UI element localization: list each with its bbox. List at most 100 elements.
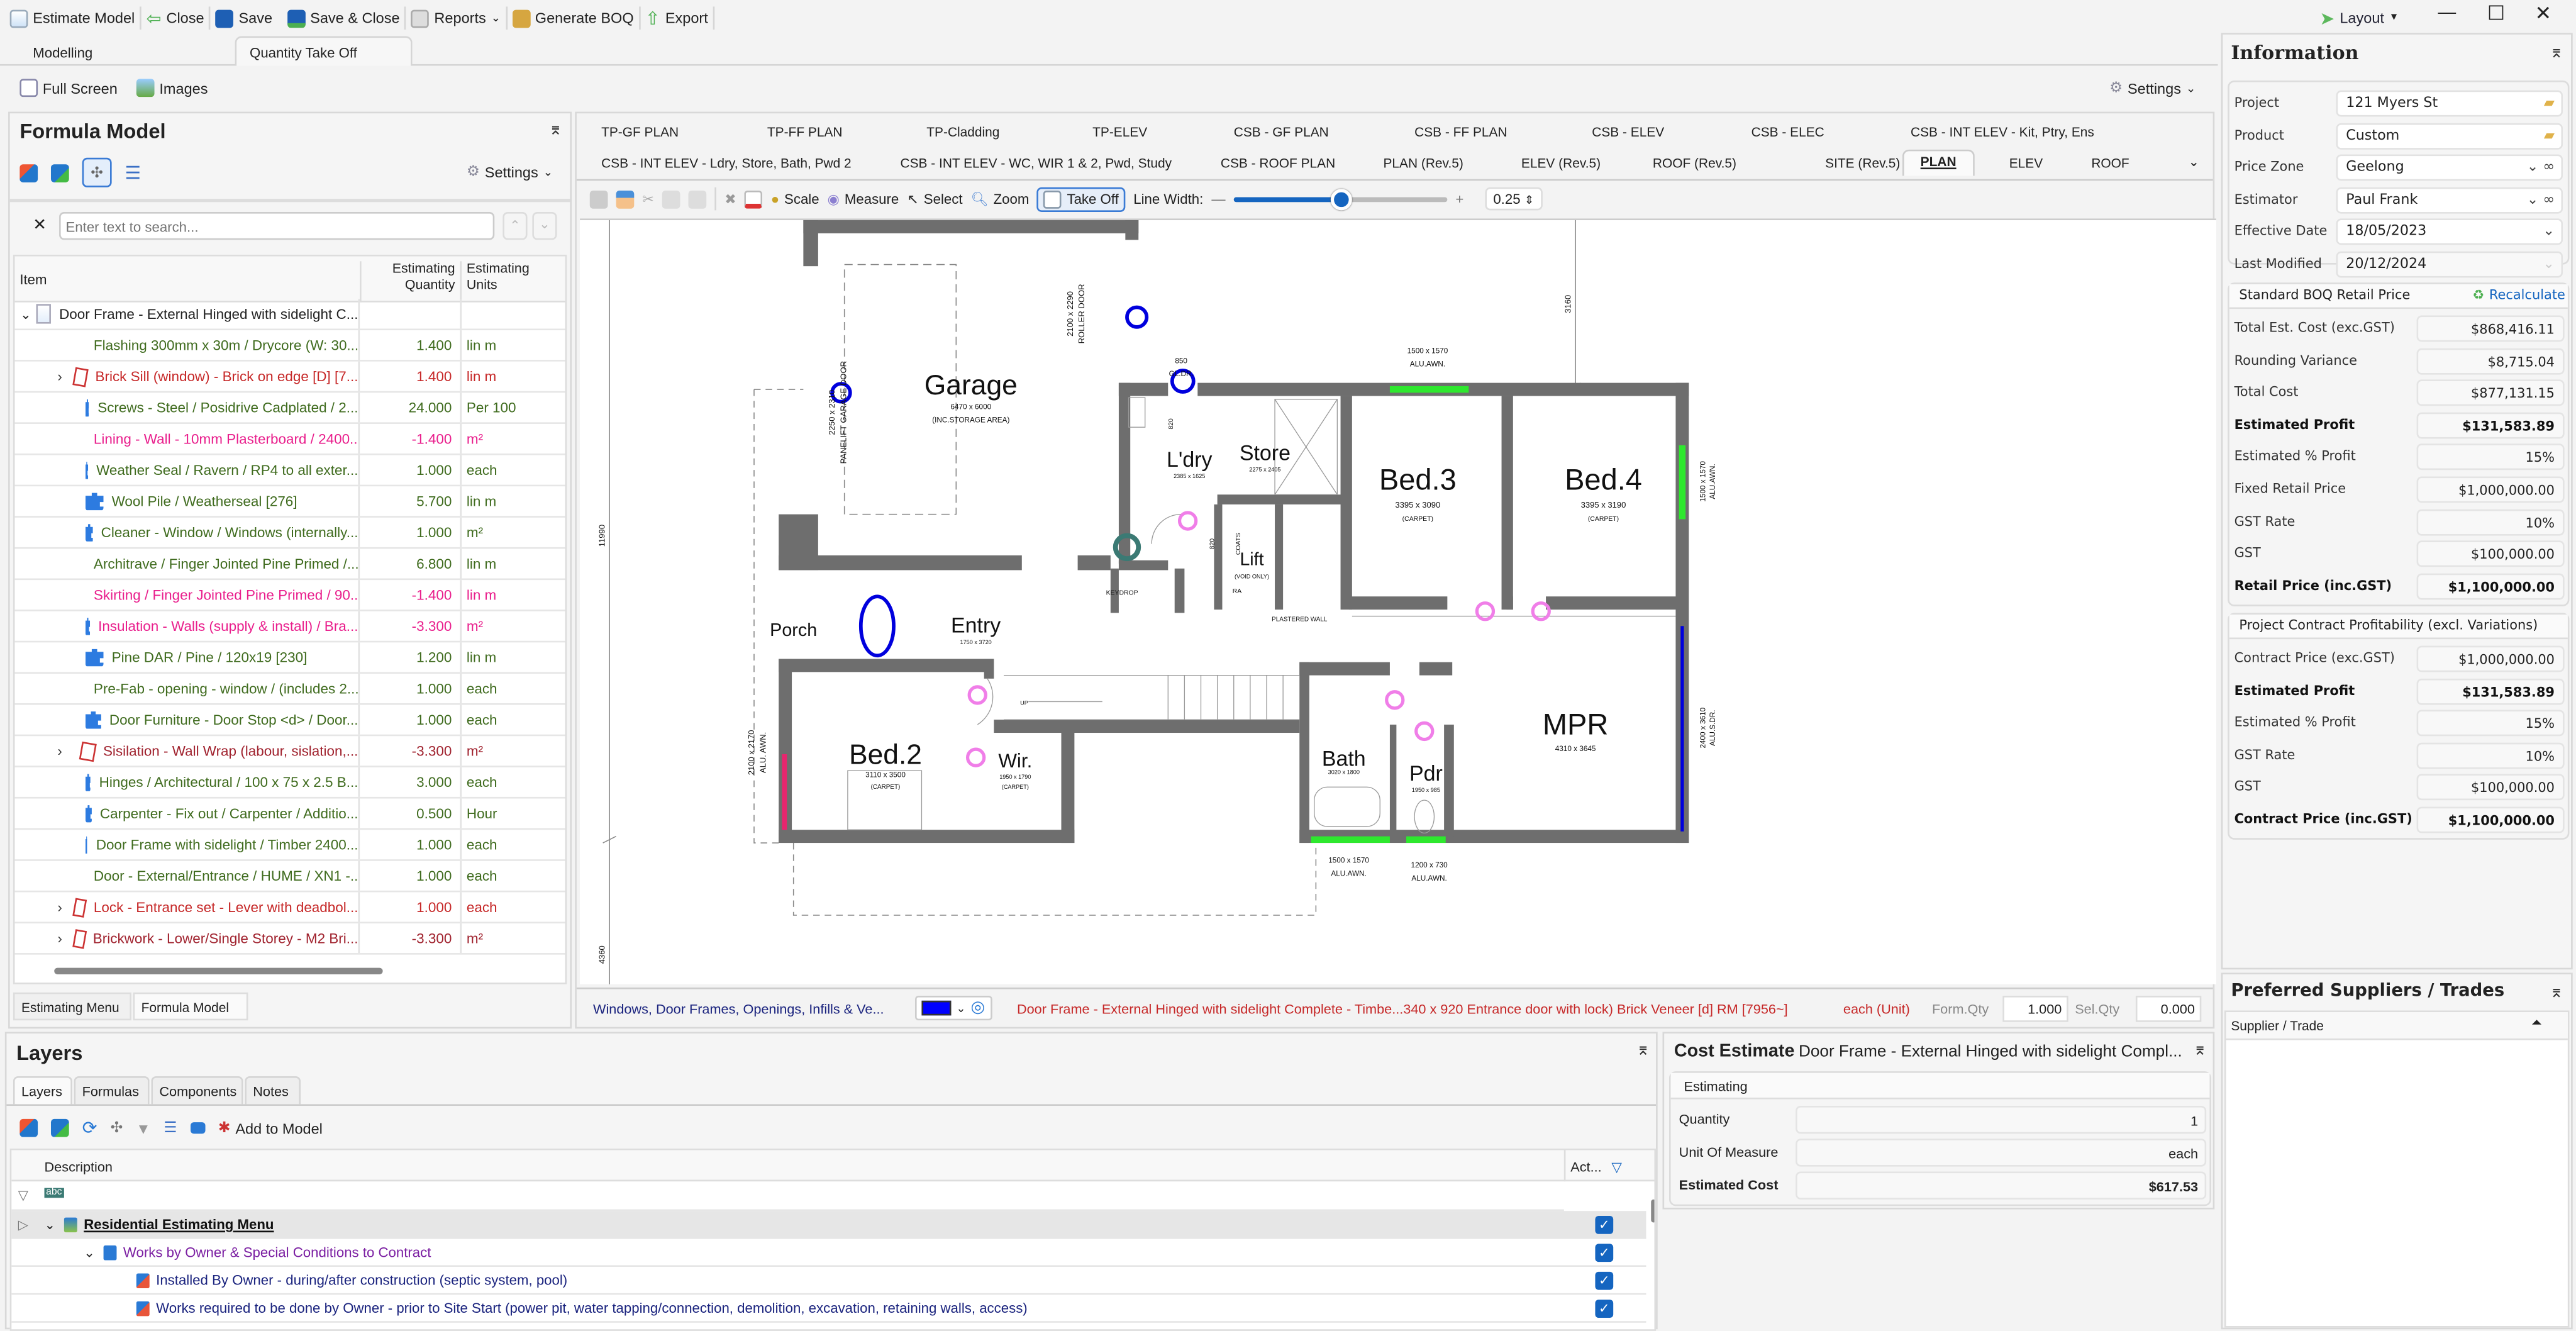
tree-row[interactable]: Wool Pile / Weatherseal [276] 5.700 lin m xyxy=(14,486,565,518)
full-screen-button[interactable]: Full Screen xyxy=(19,79,118,97)
generate-boq-button[interactable]: Generate BOQ xyxy=(512,9,634,28)
door-marker-pink[interactable] xyxy=(1475,601,1496,621)
pin-icon[interactable]: ⌆ xyxy=(1636,1042,1650,1060)
status-category[interactable]: Windows, Door Frames, Openings, Infills … xyxy=(593,1001,884,1017)
save-button[interactable]: Save xyxy=(215,9,272,28)
tree-row[interactable]: Pine DAR / Pine / 120x19 [230] 1.200 lin m xyxy=(14,642,565,674)
door-marker-pink[interactable] xyxy=(1531,601,1551,621)
selected-marker[interactable] xyxy=(1125,305,1149,329)
scale-button[interactable]: ● Scale xyxy=(771,191,819,207)
drawing-tab[interactable]: CSB - ELEV xyxy=(1592,125,1664,140)
window-marker-green[interactable] xyxy=(1406,836,1446,844)
horizontal-scrollbar[interactable] xyxy=(54,967,383,975)
export-button[interactable]: ⇧ Export xyxy=(645,8,708,29)
active-checkbox[interactable]: ✓ xyxy=(1595,1271,1614,1289)
tree-row[interactable]: Architrave / Finger Jointed Pine Primed … xyxy=(14,549,565,581)
drawing-tab[interactable]: TP-GF PLAN xyxy=(601,125,679,140)
filter-assembly-toggle[interactable]: ✣ xyxy=(82,157,112,187)
chevron-down-icon[interactable]: ⌄ xyxy=(84,1245,95,1260)
settings-button[interactable]: ⚙ Settings ⌄ xyxy=(2109,79,2196,97)
more-tabs-chevron-icon[interactable]: ⌄ xyxy=(2188,155,2199,170)
form-qty-field[interactable]: 1.000 xyxy=(2002,995,2068,1022)
door-marker-pink[interactable] xyxy=(1385,690,1405,710)
delete-all-icon[interactable] xyxy=(744,189,763,208)
active-checkbox[interactable]: ✓ xyxy=(1595,1243,1614,1261)
tab-formula-model[interactable]: Formula Model xyxy=(133,992,248,1021)
delete-icon[interactable]: ✖ xyxy=(724,190,736,208)
list-icon[interactable]: ☰ xyxy=(125,162,142,183)
drawing-tab[interactable]: CSB - INT ELEV - Ldry, Store, Bath, Pwd … xyxy=(601,156,852,171)
chevron-down-icon[interactable]: ⌄ xyxy=(2543,252,2555,277)
drawing-tab[interactable]: CSB - FF PLAN xyxy=(1414,125,1507,140)
zoom-button[interactable]: 🔍︎ Zoom xyxy=(971,190,1030,208)
clear-search-button[interactable]: ✕ xyxy=(33,217,47,235)
field-estimator[interactable]: Paul Frank ⌄ ∞ xyxy=(2336,186,2563,213)
line-width-spinner[interactable]: 0.25 ⇕ xyxy=(1485,187,1543,211)
tree-row[interactable]: Carpenter - Fix out / Carpenter / Additi… xyxy=(14,798,565,830)
column-item[interactable]: Item xyxy=(19,271,47,287)
measure-button[interactable]: ◉ Measure xyxy=(828,190,899,208)
search-prev-button[interactable]: ⌃ xyxy=(502,211,528,240)
window-marker-magenta[interactable] xyxy=(782,754,787,830)
tree-row[interactable]: Lining - Wall - 10mm Plasterboard / 2400… xyxy=(14,423,565,455)
pin-icon[interactable]: ⌆ xyxy=(2550,45,2563,63)
tree-row[interactable]: Weather Seal / Ravern / RP4 to all exter… xyxy=(14,455,565,487)
collapse-icon[interactable] xyxy=(19,163,38,182)
drawing-tab[interactable]: ROOF (Rev.5) xyxy=(1653,156,1736,171)
vertical-scrollbar[interactable] xyxy=(1651,1199,1655,1223)
drawing-tab[interactable]: ELEV (Rev.5) xyxy=(1521,156,1601,171)
tree-row[interactable]: Insulation - Walls (supply & install) / … xyxy=(14,611,565,643)
drawing-tab[interactable]: ELEV xyxy=(2009,156,2043,171)
chevron-right-icon[interactable]: › xyxy=(57,899,74,915)
selected-entrance-door-marker[interactable] xyxy=(858,594,896,658)
column-description[interactable]: Description xyxy=(45,1159,113,1175)
door-marker-pink[interactable] xyxy=(1177,511,1198,531)
tree-row[interactable]: Door Furniture - Door Stop <d> / Door...… xyxy=(14,704,565,737)
drawing-tab[interactable]: PLAN (Rev.5) xyxy=(1383,156,1463,171)
drawing-tab[interactable]: CSB - INT ELEV - Kit, Ptry, Ens xyxy=(1911,125,2094,140)
increase-line-width-button[interactable]: + xyxy=(1455,191,1463,207)
layer-row[interactable]: Works required to be done by Owner - pri… xyxy=(11,1295,1646,1323)
field-project[interactable]: 121 Myers St ▰ xyxy=(2336,90,2563,117)
drawing-tab[interactable]: TP-FF PLAN xyxy=(767,125,843,140)
tree-row[interactable]: Flashing 300mm x 30m / Drycore (W: 30...… xyxy=(14,330,565,362)
list-icon[interactable]: ☰ xyxy=(164,1119,177,1137)
binoculars-icon[interactable]: ⌄ ∞ xyxy=(2527,188,2555,213)
pin-icon[interactable]: ⌆ xyxy=(548,121,562,140)
search-next-button[interactable]: ⌄ xyxy=(532,211,557,240)
layer-row[interactable]: Installed By Owner - during/after constr… xyxy=(11,1267,1646,1295)
expand-icon[interactable] xyxy=(50,163,69,182)
tab-modelling[interactable]: Modelling xyxy=(33,45,92,61)
field-effective-date[interactable]: 18/05/2023 ⌄ xyxy=(2336,218,2563,245)
images-button[interactable]: Images xyxy=(136,79,208,97)
collapse-icon[interactable] xyxy=(19,1118,38,1137)
tree-row[interactable]: Screws - Steel / Posidrive Cadplated / 2… xyxy=(14,393,565,424)
drawing-tab[interactable]: TP-ELEV xyxy=(1092,125,1147,140)
locate-icon[interactable] xyxy=(190,1122,205,1134)
drawing-tab[interactable]: CSB - INT ELEV - WC, WIR 1 & 2, Pwd, Stu… xyxy=(900,156,1172,171)
tree-root-row[interactable]: ⌄ Door Frame - External Hinged with sidel… xyxy=(14,299,565,331)
tree-row[interactable]: › Sisilation - Wall Wrap (labour, sislati… xyxy=(14,736,565,767)
filter-icon[interactable]: ▼ xyxy=(136,1120,150,1136)
drawing-tab[interactable]: TP-Cladding xyxy=(926,125,999,140)
drawing-tab[interactable]: CSB - GF PLAN xyxy=(1234,125,1329,140)
decrease-line-width-button[interactable]: — xyxy=(1211,191,1225,207)
drawing-tab[interactable]: CSB - ROOF PLAN xyxy=(1221,156,1335,171)
plan-canvas[interactable]: Garage 6470 x 6000 (INC.STORAGE AREA) L'… xyxy=(580,218,2216,984)
chevron-down-icon[interactable]: ⌄ xyxy=(15,306,37,321)
door-marker-pink[interactable] xyxy=(1414,721,1435,742)
search-input[interactable] xyxy=(59,211,495,240)
fit-icon[interactable] xyxy=(589,189,608,208)
take-off-button[interactable]: Take Off xyxy=(1037,186,1126,211)
pin-icon[interactable]: ⌆ xyxy=(2550,984,2563,1003)
drawing-tab-active[interactable]: PLAN xyxy=(1902,149,1975,176)
network-icon[interactable]: ✣ xyxy=(111,1119,123,1137)
field-last-modified[interactable]: 20/12/2024 ⌄ xyxy=(2336,250,2563,277)
folder-icon[interactable]: ▰ xyxy=(2544,92,2555,116)
expand-icon[interactable] xyxy=(50,1118,69,1137)
tree-row[interactable]: › Brickwork - Lower/Single Storey - M2 Br… xyxy=(14,923,565,955)
window-marker-green[interactable] xyxy=(1389,386,1469,393)
drawing-tab[interactable]: SITE (Rev.5) xyxy=(1825,156,1900,171)
chevron-right-icon[interactable]: › xyxy=(57,743,79,759)
copy-icon[interactable] xyxy=(662,189,680,208)
